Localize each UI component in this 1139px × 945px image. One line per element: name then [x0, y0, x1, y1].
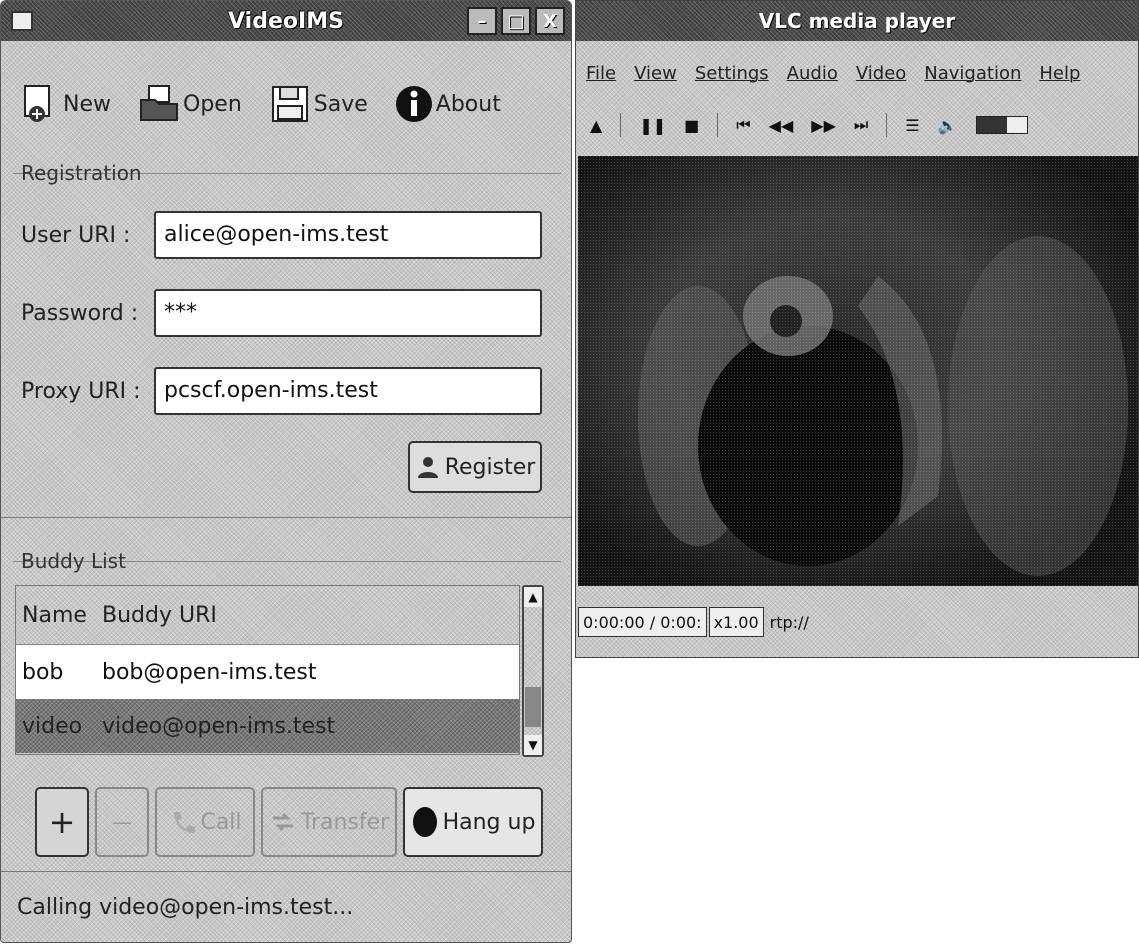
- column-header-name[interactable]: Name: [16, 603, 94, 628]
- menu-navigation[interactable]: Navigation: [924, 63, 1021, 84]
- eject-icon[interactable]: ▲: [590, 116, 602, 135]
- save-label: Save: [313, 91, 368, 117]
- video-frame-image: [578, 156, 1138, 586]
- maximize-button[interactable]: □: [501, 7, 531, 35]
- rewind-icon[interactable]: ◀◀: [769, 116, 794, 135]
- proxy-uri-label: Proxy URI :: [21, 379, 141, 404]
- buddy-list-header: Name Buddy URI: [16, 586, 519, 645]
- main-toolbar: New Open Save About: [9, 71, 563, 137]
- separator: [886, 113, 888, 137]
- vlc-window-title: VLC media player: [758, 9, 956, 33]
- minimize-button[interactable]: –: [467, 7, 497, 35]
- new-button[interactable]: New: [9, 78, 119, 130]
- previous-icon[interactable]: ⏮: [736, 115, 750, 135]
- add-buddy-button[interactable]: +: [35, 787, 89, 857]
- floppy-disk-icon: [268, 82, 312, 126]
- user-uri-label: User URI :: [21, 223, 131, 248]
- buddy-row-video[interactable]: video video@open-ims.test: [16, 699, 519, 753]
- remove-buddy-button[interactable]: —: [95, 787, 149, 857]
- menu-audio[interactable]: Audio: [787, 63, 838, 84]
- new-label: New: [63, 91, 111, 117]
- column-header-buddy-uri[interactable]: Buddy URI: [94, 603, 519, 628]
- hang-up-button[interactable]: Hang up: [403, 787, 543, 857]
- title-bar: VideoIMS – □ X: [1, 1, 571, 41]
- new-document-icon: [17, 82, 61, 126]
- playlist-icon[interactable]: ☰: [905, 116, 919, 135]
- buddy-name: video: [22, 713, 83, 739]
- menu-video[interactable]: Video: [856, 63, 906, 84]
- next-icon[interactable]: ⏭: [854, 115, 868, 135]
- videoims-window: VideoIMS – □ X New Open Save About Regis…: [0, 0, 572, 943]
- scroll-down-arrow-icon[interactable]: ▼: [524, 735, 542, 755]
- stream-url: rtp://: [769, 612, 809, 632]
- menu-view[interactable]: View: [634, 63, 677, 84]
- vlc-control-bar: ▲ ❚❚ ■ ⏮ ◀◀ ▶▶ ⏭ ☰ 🔈: [590, 113, 1028, 137]
- password-label: Password :: [21, 301, 139, 326]
- register-button[interactable]: Register: [408, 441, 542, 493]
- register-label: Register: [444, 454, 536, 480]
- vlc-status-bar: 0:00:00 / 0:00: x1.00 rtp://: [578, 597, 1138, 647]
- about-button[interactable]: About: [386, 80, 509, 128]
- open-label: Open: [183, 91, 242, 117]
- save-button[interactable]: Save: [260, 78, 376, 130]
- volume-icon[interactable]: 🔈: [938, 116, 958, 135]
- buddy-row-bob[interactable]: bob bob@open-ims.test: [16, 645, 519, 699]
- separator: [717, 113, 719, 137]
- vlc-window: VLC media player File View Settings Audi…: [575, 0, 1139, 658]
- scroll-thumb[interactable]: [525, 687, 541, 727]
- time-display: 0:00:00 / 0:00:: [578, 607, 707, 637]
- pause-icon[interactable]: ❚❚: [639, 116, 666, 135]
- call-label: Call: [200, 809, 242, 835]
- phone-icon: [168, 808, 196, 836]
- volume-slider[interactable]: [975, 116, 1028, 134]
- status-bar: Calling video@open-ims.test...: [1, 871, 571, 942]
- buddy-uri: bob@open-ims.test: [102, 659, 317, 685]
- transfer-button[interactable]: Transfer: [261, 787, 397, 857]
- hang-up-icon: [411, 805, 439, 839]
- password-input[interactable]: ***: [154, 289, 542, 337]
- window-menu-button[interactable]: [11, 11, 33, 31]
- open-folder-icon: [137, 82, 181, 126]
- buddy-list: Name Buddy URI bob bob@open-ims.test vid…: [15, 585, 520, 755]
- status-text: Calling video@open-ims.test...: [17, 894, 354, 920]
- menu-help[interactable]: Help: [1039, 63, 1080, 84]
- close-button[interactable]: X: [535, 7, 565, 35]
- window-title: VideoIMS: [228, 8, 344, 34]
- buddy-name: bob: [22, 659, 64, 685]
- vlc-menu-bar: File View Settings Audio Video Navigatio…: [586, 63, 1080, 84]
- buddy-uri: video@open-ims.test: [102, 713, 336, 739]
- video-display[interactable]: [578, 156, 1138, 586]
- register-icon: [415, 454, 441, 480]
- playback-speed[interactable]: x1.00: [708, 607, 764, 637]
- menu-file[interactable]: File: [586, 63, 616, 84]
- section-divider: [1, 517, 571, 518]
- fast-forward-icon[interactable]: ▶▶: [811, 116, 836, 135]
- info-icon: [394, 84, 434, 124]
- proxy-uri-input[interactable]: pcscf.open-ims.test: [154, 367, 542, 415]
- about-label: About: [435, 91, 501, 117]
- vlc-title-bar: VLC media player: [576, 1, 1138, 41]
- separator: [620, 113, 622, 137]
- open-button[interactable]: Open: [129, 78, 250, 130]
- menu-settings[interactable]: Settings: [695, 63, 769, 84]
- registration-group-label: Registration: [21, 161, 142, 185]
- hang-up-label: Hang up: [442, 809, 536, 835]
- stop-icon[interactable]: ■: [684, 116, 699, 135]
- scroll-up-arrow-icon[interactable]: ▲: [524, 587, 542, 607]
- call-button[interactable]: Call: [155, 787, 255, 857]
- buddy-list-scrollbar[interactable]: ▲ ▼: [522, 585, 544, 757]
- transfer-label: Transfer: [300, 809, 390, 835]
- user-uri-input[interactable]: alice@open-ims.test: [154, 211, 542, 259]
- transfer-icon: [269, 808, 297, 836]
- buddy-list-group-label: Buddy List: [21, 549, 126, 573]
